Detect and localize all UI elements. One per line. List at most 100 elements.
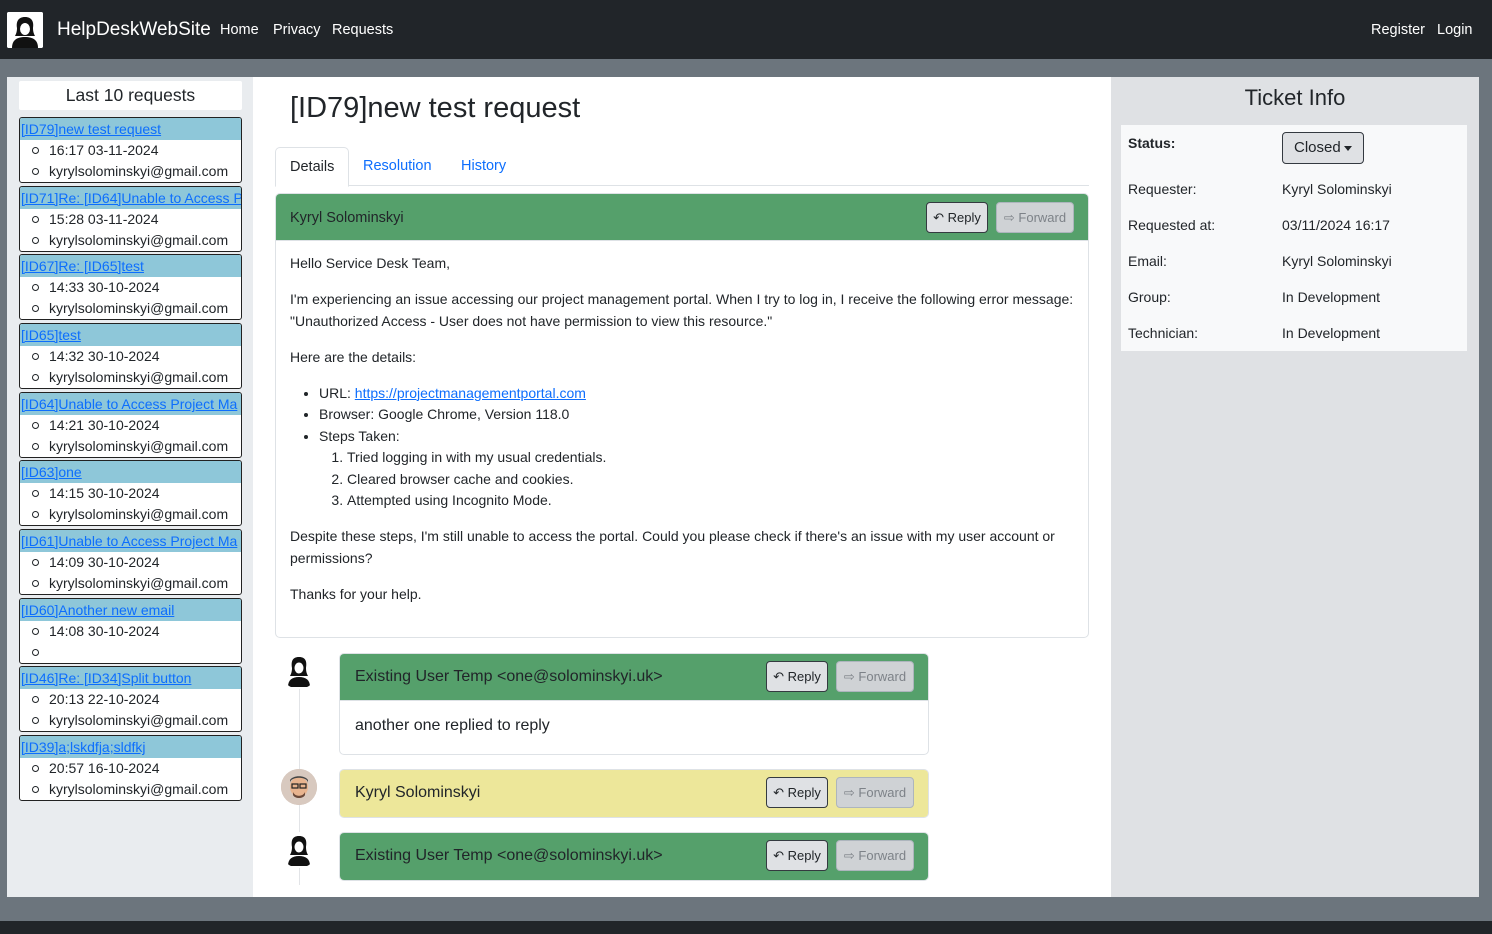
status-label: Status:: [1128, 135, 1176, 151]
requester-value: Kyryl Solominskyi: [1282, 181, 1392, 197]
reply-button[interactable]: ↶ Reply: [766, 777, 828, 808]
nav-login[interactable]: Login: [1437, 22, 1472, 38]
request-time: 20:57 16-10-2024: [20, 758, 241, 779]
details-list: URL: https://projectmanagementportal.com…: [290, 383, 1074, 512]
caret-down-icon: [1344, 146, 1352, 151]
request-email: kyrylsolominskyi@gmail.com: [20, 779, 241, 800]
list-item: Attempted using Incognito Mode.: [347, 490, 1074, 512]
user-avatar-icon: [281, 653, 317, 689]
footer-bar: [0, 921, 1492, 934]
request-card: [ID39]a;lskdfja;sldfkj 20:57 16-10-2024 …: [19, 735, 242, 801]
request-time: 14:09 30-10-2024: [20, 552, 241, 573]
list-item: Browser: Google Chrome, Version 118.0: [319, 404, 1074, 426]
status-value: Closed: [1294, 139, 1341, 156]
reply-sender: Kyryl Solominskyi: [355, 784, 481, 801]
request-card: [ID61]Unable to Access Project Ma 14:09 …: [19, 529, 242, 595]
ticket-info-table: Status: Closed Requester: Kyryl Solomins…: [1121, 125, 1467, 351]
forward-button[interactable]: ⇨ Forward: [836, 777, 914, 808]
reply-button[interactable]: ↶ Reply: [766, 840, 828, 871]
list-item: Steps Taken: Tried logging in with my us…: [319, 426, 1074, 512]
message-closing: Thanks for your help.: [290, 585, 422, 602]
request-time: 14:21 30-10-2024: [20, 415, 241, 436]
request-link[interactable]: [ID39]a;lskdfja;sldfkj: [21, 739, 146, 755]
top-navbar: HelpDeskWebSite Home Privacy Requests Re…: [0, 0, 1492, 59]
forward-icon: ⇨: [843, 848, 855, 863]
last-requests-sidebar: Last 10 requests [ID79]new test request …: [7, 77, 253, 897]
forward-button[interactable]: ⇨ Forward: [836, 661, 914, 692]
reply-header: Existing User Temp <one@solominskyi.uk> …: [340, 833, 928, 880]
reply-button[interactable]: ↶ Reply: [926, 202, 988, 233]
request-link[interactable]: [ID71]Re: [ID64]Unable to Access P: [21, 190, 241, 206]
group-value: In Development: [1282, 289, 1381, 305]
nav-home[interactable]: Home: [220, 22, 259, 38]
request-card: [ID60]Another new email 14:08 30-10-2024: [19, 598, 242, 664]
request-link[interactable]: [ID46]Re: [ID34]Split button: [21, 670, 191, 686]
technician-value: In Development: [1282, 325, 1381, 341]
message-sender: Kyryl Solominskyi: [290, 210, 404, 226]
message-body: Hello Service Desk Team, I'm experiencin…: [276, 241, 1088, 632]
main-message-card: Kyryl Solominskyi ↶ Reply ⇨ Forward Hell…: [275, 193, 1089, 638]
forward-icon: ⇨: [843, 669, 855, 684]
request-card: [ID71]Re: [ID64]Unable to Access P 15:28…: [19, 186, 242, 252]
request-card: [ID65]test 14:32 30-10-2024 kyrylsolomin…: [19, 323, 242, 389]
reply-body: another one replied to reply: [355, 717, 550, 734]
nav-privacy[interactable]: Privacy: [273, 22, 321, 38]
request-card: [ID63]one 14:15 30-10-2024 kyrylsolomins…: [19, 460, 242, 526]
tab-details[interactable]: Details: [275, 147, 350, 187]
request-time: 14:15 30-10-2024: [20, 483, 241, 504]
list-item: Tried logging in with my usual credentia…: [347, 447, 1074, 469]
tab-resolution[interactable]: Resolution: [349, 147, 446, 186]
message-greeting: Hello Service Desk Team,: [290, 255, 451, 271]
request-card: [ID64]Unable to Access Project Ma 14:21 …: [19, 392, 242, 458]
request-link[interactable]: [ID64]Unable to Access Project Ma: [21, 396, 237, 412]
reply-icon: ↶: [773, 669, 785, 684]
nav-register[interactable]: Register: [1371, 22, 1425, 38]
reply-icon: ↶: [773, 785, 785, 800]
reply-button[interactable]: ↶ Reply: [766, 661, 828, 692]
forward-button[interactable]: ⇨ Forward: [996, 202, 1074, 233]
requested-at-label: Requested at:: [1128, 217, 1216, 233]
request-email: kyrylsolominskyi@gmail.com: [20, 504, 241, 525]
request-link[interactable]: [ID67]Re: [ID65]test: [21, 258, 144, 274]
steps-list: Tried logging in with my usual credentia…: [319, 447, 1074, 512]
nav-requests[interactable]: Requests: [332, 22, 393, 38]
requester-label: Requester:: [1128, 181, 1197, 197]
request-link[interactable]: [ID60]Another new email: [21, 602, 174, 618]
technician-label: Technician:: [1128, 325, 1199, 341]
request-link[interactable]: [ID63]one: [21, 464, 82, 480]
request-email: kyrylsolominskyi@gmail.com: [20, 367, 241, 388]
brand-name[interactable]: HelpDeskWebSite: [57, 19, 211, 41]
reply-header: Existing User Temp <one@solominskyi.uk> …: [340, 654, 928, 701]
request-time: 14:33 30-10-2024: [20, 277, 241, 298]
list-item: URL: https://projectmanagementportal.com: [319, 383, 1074, 405]
user-avatar-icon: [281, 832, 317, 868]
request-card: [ID79]new test request 16:17 03-11-2024 …: [19, 117, 242, 183]
reply-icon: ↶: [773, 848, 785, 863]
brand-logo-icon[interactable]: [7, 12, 43, 48]
ticket-title: [ID79]new test request: [290, 92, 581, 124]
request-link[interactable]: [ID79]new test request: [21, 121, 161, 137]
requested-at-value: 03/11/2024 16:17: [1282, 217, 1390, 233]
request-time: 14:32 30-10-2024: [20, 346, 241, 367]
request-card: [ID46]Re: [ID34]Split button 20:13 22-10…: [19, 666, 242, 732]
request-time: 20:13 22-10-2024: [20, 689, 241, 710]
request-link[interactable]: [ID61]Unable to Access Project Ma: [21, 533, 237, 549]
request-email: kyrylsolominskyi@gmail.com: [20, 710, 241, 731]
message-paragraph: Here are the details:: [290, 348, 417, 365]
request-time: 16:17 03-11-2024: [20, 140, 241, 161]
tab-history[interactable]: History: [447, 147, 520, 186]
forward-button[interactable]: ⇨ Forward: [836, 840, 914, 871]
email-value: Kyryl Solominskyi: [1282, 253, 1392, 269]
request-email: kyrylsolominskyi@gmail.com: [20, 573, 241, 594]
request-link[interactable]: [ID65]test: [21, 327, 81, 343]
main-frame: Last 10 requests [ID79]new test request …: [7, 77, 1479, 897]
portal-link[interactable]: https://projectmanagementportal.com: [355, 385, 586, 401]
request-time: 15:28 03-11-2024: [20, 209, 241, 230]
request-time: 14:08 30-10-2024: [20, 621, 241, 642]
reply-header: Kyryl Solominskyi ↶ Reply ⇨ Forward: [340, 770, 928, 817]
status-dropdown[interactable]: Closed: [1282, 132, 1364, 164]
reply-icon: ↶: [933, 210, 945, 225]
reply-card: Existing User Temp <one@solominskyi.uk> …: [339, 832, 929, 881]
request-card: [ID67]Re: [ID65]test 14:33 30-10-2024 ky…: [19, 254, 242, 320]
request-email: kyrylsolominskyi@gmail.com: [20, 436, 241, 457]
